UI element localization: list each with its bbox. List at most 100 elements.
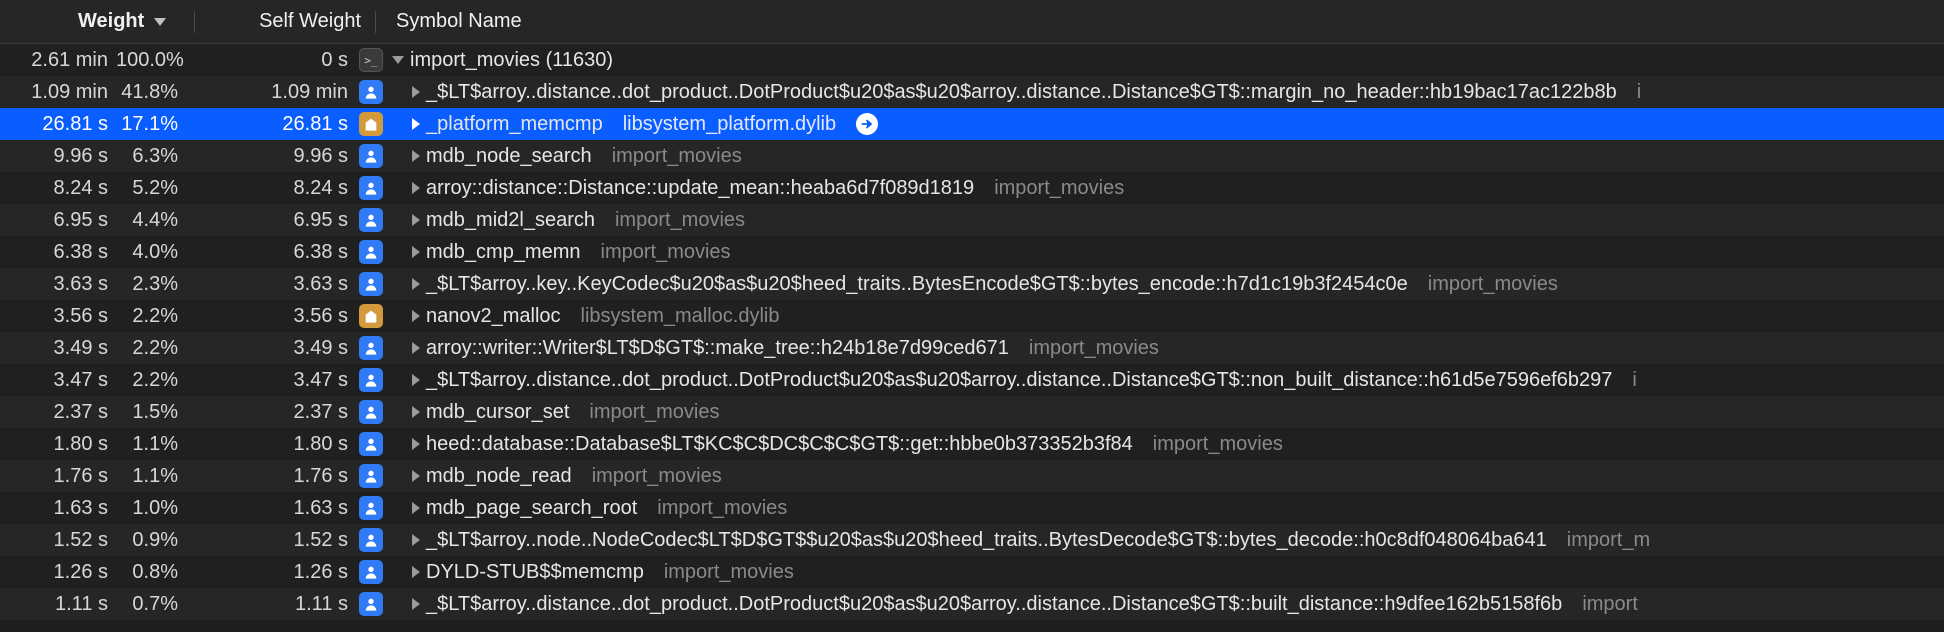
table-row[interactable]: 9.96 s6.3%9.96 smdb_node_searchimport_mo… xyxy=(0,140,1944,172)
symbol-name: _$LT$arroy..node..NodeCodec$LT$D$GT$$u20… xyxy=(426,529,1547,552)
disclosure-closed-icon[interactable] xyxy=(412,406,420,418)
symbol-source: import_movies xyxy=(615,209,745,232)
user-code-icon xyxy=(356,560,386,584)
user-code-icon xyxy=(356,464,386,488)
disclosure-closed-icon[interactable] xyxy=(412,118,420,130)
disclosure-closed-icon[interactable] xyxy=(412,534,420,546)
symbol-source: import_movies xyxy=(1153,433,1283,456)
symbol-cell: DYLD-STUB$$memcmpimport_movies xyxy=(386,561,1944,584)
weight-percent: 1.1% xyxy=(116,465,188,488)
self-weight-value: 1.80 s xyxy=(188,433,356,456)
symbol-source: import_m xyxy=(1567,529,1650,552)
disclosure-closed-icon[interactable] xyxy=(412,214,420,226)
table-row[interactable]: 1.80 s1.1%1.80 sheed::database::Database… xyxy=(0,428,1944,460)
symbol-cell: _$LT$arroy..node..NodeCodec$LT$D$GT$$u20… xyxy=(386,529,1944,552)
table-row[interactable]: 3.47 s2.2%3.47 s_$LT$arroy..distance..do… xyxy=(0,364,1944,396)
table-row[interactable]: 3.56 s2.2%3.56 snanov2_malloclibsystem_m… xyxy=(0,300,1944,332)
weight-value: 6.95 s xyxy=(0,209,116,232)
disclosure-closed-icon[interactable] xyxy=(412,438,420,450)
weight-value: 9.96 s xyxy=(0,145,116,168)
self-weight-value: 26.81 s xyxy=(188,113,356,136)
table-row[interactable]: 1.52 s0.9%1.52 s_$LT$arroy..node..NodeCo… xyxy=(0,524,1944,556)
self-weight-value: 0 s xyxy=(188,49,356,72)
weight-value: 3.49 s xyxy=(0,337,116,360)
table-row[interactable]: 1.76 s1.1%1.76 smdb_node_readimport_movi… xyxy=(0,460,1944,492)
table-row[interactable]: 2.37 s1.5%2.37 smdb_cursor_setimport_mov… xyxy=(0,396,1944,428)
self-weight-value: 1.76 s xyxy=(188,465,356,488)
header-divider xyxy=(375,11,376,33)
self-weight-value: 1.52 s xyxy=(188,529,356,552)
disclosure-closed-icon[interactable] xyxy=(412,182,420,194)
symbol-name: arroy::writer::Writer$LT$D$GT$::make_tre… xyxy=(426,337,1009,360)
process-icon: >_ xyxy=(356,48,386,72)
weight-percent: 4.4% xyxy=(116,209,188,232)
go-to-symbol-icon[interactable] xyxy=(856,113,878,135)
disclosure-closed-icon[interactable] xyxy=(412,470,420,482)
weight-percent: 4.0% xyxy=(116,241,188,264)
weight-percent: 0.9% xyxy=(116,529,188,552)
system-library-icon xyxy=(356,304,386,328)
weight-percent: 2.2% xyxy=(116,305,188,328)
table-row[interactable]: 26.81 s17.1%26.81 s_platform_memcmplibsy… xyxy=(0,108,1944,140)
user-code-icon xyxy=(356,144,386,168)
table-row[interactable]: 1.26 s0.8%1.26 sDYLD-STUB$$memcmpimport_… xyxy=(0,556,1944,588)
symbol-cell: _$LT$arroy..distance..dot_product..DotPr… xyxy=(386,81,1944,104)
disclosure-closed-icon[interactable] xyxy=(412,342,420,354)
disclosure-closed-icon[interactable] xyxy=(412,86,420,98)
symbol-name: heed::database::Database$LT$KC$C$DC$C$C$… xyxy=(426,433,1133,456)
column-header-weight[interactable]: Weight xyxy=(0,10,188,33)
weight-percent: 1.5% xyxy=(116,401,188,424)
disclosure-closed-icon[interactable] xyxy=(412,598,420,610)
disclosure-closed-icon[interactable] xyxy=(412,566,420,578)
symbol-name: _platform_memcmp xyxy=(426,113,603,136)
disclosure-closed-icon[interactable] xyxy=(412,310,420,322)
symbol-source: i xyxy=(1637,81,1641,104)
symbol-source: import_movies xyxy=(657,497,787,520)
symbol-cell: heed::database::Database$LT$KC$C$DC$C$C$… xyxy=(386,433,1944,456)
system-library-icon xyxy=(356,112,386,136)
disclosure-closed-icon[interactable] xyxy=(412,278,420,290)
user-code-icon xyxy=(356,208,386,232)
disclosure-closed-icon[interactable] xyxy=(412,502,420,514)
disclosure-open-icon[interactable] xyxy=(392,56,404,64)
self-weight-value: 3.56 s xyxy=(188,305,356,328)
self-weight-value: 3.63 s xyxy=(188,273,356,296)
symbol-cell: mdb_cmp_memnimport_movies xyxy=(386,241,1944,264)
column-header-symbol-label: Symbol Name xyxy=(396,10,522,32)
weight-percent: 100.0% xyxy=(116,49,188,72)
symbol-name: mdb_node_read xyxy=(426,465,572,488)
column-header-self-weight[interactable]: Self Weight xyxy=(201,10,369,33)
table-row[interactable]: 1.63 s1.0%1.63 smdb_page_search_rootimpo… xyxy=(0,492,1944,524)
symbol-name: _$LT$arroy..distance..dot_product..DotPr… xyxy=(426,81,1617,104)
symbol-source: import xyxy=(1582,593,1638,616)
table-row[interactable]: 6.95 s4.4%6.95 smdb_mid2l_searchimport_m… xyxy=(0,204,1944,236)
self-weight-value: 6.95 s xyxy=(188,209,356,232)
user-code-icon xyxy=(356,592,386,616)
table-row[interactable]: 1.11 s0.7%1.11 s_$LT$arroy..distance..do… xyxy=(0,588,1944,620)
symbol-source: import_movies xyxy=(592,465,722,488)
symbol-cell: _$LT$arroy..distance..dot_product..DotPr… xyxy=(386,369,1944,392)
table-row[interactable]: 8.24 s5.2%8.24 sarroy::distance::Distanc… xyxy=(0,172,1944,204)
weight-value: 1.09 min xyxy=(0,81,116,104)
disclosure-closed-icon[interactable] xyxy=(412,150,420,162)
disclosure-closed-icon[interactable] xyxy=(412,246,420,258)
table-row[interactable]: 6.38 s4.0%6.38 smdb_cmp_memnimport_movie… xyxy=(0,236,1944,268)
self-weight-value: 6.38 s xyxy=(188,241,356,264)
table-row[interactable]: 3.49 s2.2%3.49 sarroy::writer::Writer$LT… xyxy=(0,332,1944,364)
disclosure-closed-icon[interactable] xyxy=(412,374,420,386)
table-row[interactable]: 2.61 min100.0%0 s>_import_movies (11630) xyxy=(0,44,1944,76)
header-divider xyxy=(194,11,195,33)
weight-percent: 1.1% xyxy=(116,433,188,456)
user-code-icon xyxy=(356,336,386,360)
user-code-icon xyxy=(356,432,386,456)
table-row[interactable]: 3.63 s2.3%3.63 s_$LT$arroy..key..KeyCode… xyxy=(0,268,1944,300)
symbol-source: i xyxy=(1632,369,1636,392)
symbol-cell: _$LT$arroy..distance..dot_product..DotPr… xyxy=(386,593,1944,616)
table-row[interactable]: 1.09 min41.8%1.09 min_$LT$arroy..distanc… xyxy=(0,76,1944,108)
weight-percent: 2.3% xyxy=(116,273,188,296)
weight-percent: 1.0% xyxy=(116,497,188,520)
column-header-symbol[interactable]: Symbol Name xyxy=(382,10,522,33)
user-code-icon xyxy=(356,368,386,392)
symbol-source: import_movies xyxy=(1029,337,1159,360)
self-weight-value: 1.09 min xyxy=(188,81,356,104)
